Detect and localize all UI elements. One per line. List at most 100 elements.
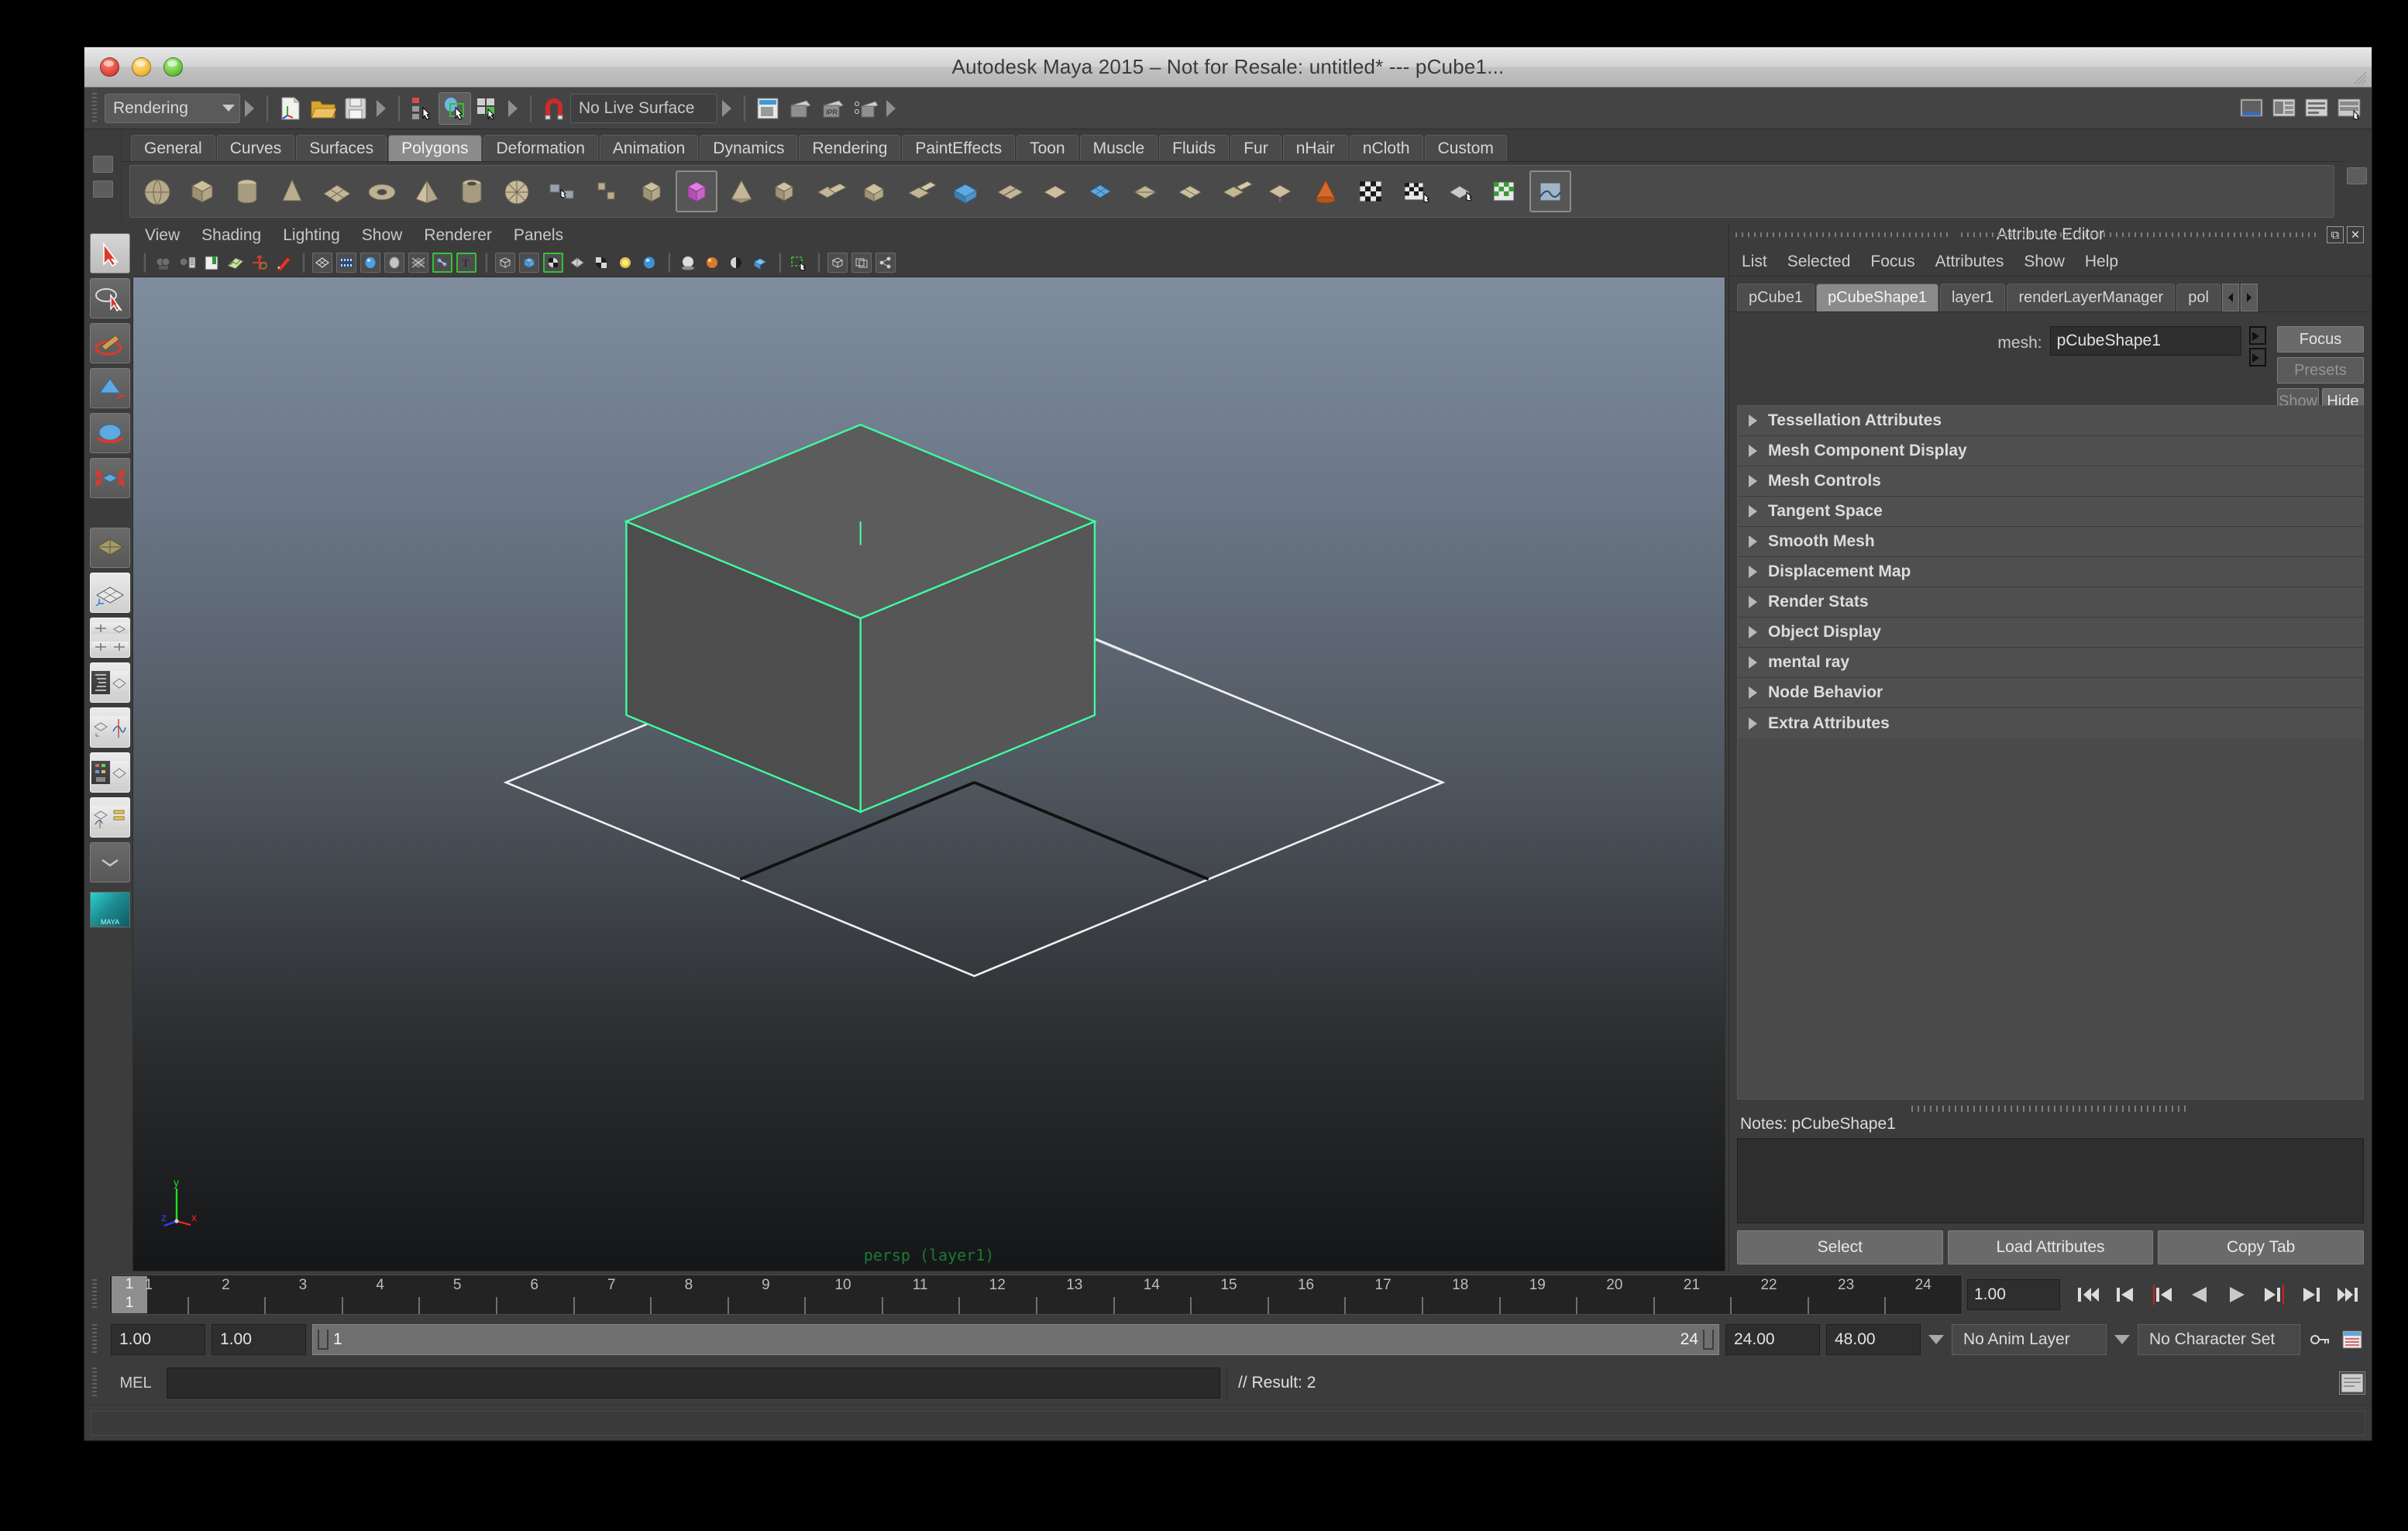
range-end-time-field[interactable]: 24.00 <box>1725 1324 1820 1355</box>
poly-platonic-icon[interactable] <box>631 170 673 212</box>
step-forward-keyframe-icon[interactable] <box>2294 1279 2328 1310</box>
notes-textarea[interactable] <box>1737 1138 2364 1223</box>
four-view-layout-icon[interactable] <box>90 618 130 658</box>
script-editor-icon[interactable] <box>2339 1371 2365 1395</box>
close-icon[interactable]: ✕ <box>2347 226 2364 243</box>
statusline-collapse-arrow-1[interactable] <box>245 100 254 117</box>
isolate-select-icon[interactable] <box>702 253 722 273</box>
range-start-time-field[interactable]: 1.00 <box>212 1324 306 1355</box>
render-current-frame-icon[interactable] <box>752 92 784 125</box>
zoom-window-button[interactable] <box>163 57 183 77</box>
smooth-icon[interactable] <box>1080 170 1122 212</box>
hardware-texturing-icon[interactable] <box>336 253 356 273</box>
tool-settings-toggle-icon[interactable] <box>2300 92 2333 125</box>
multi-cut-icon[interactable] <box>1305 170 1347 212</box>
ae-section-smooth-mesh[interactable]: Smooth Mesh <box>1738 527 2363 557</box>
new-scene-icon[interactable] <box>274 92 307 125</box>
ae-section-tangent-space[interactable]: Tangent Space <box>1738 497 2363 527</box>
play-backwards-icon[interactable] <box>2183 1279 2217 1310</box>
close-window-button[interactable] <box>100 57 119 77</box>
go-to-start-icon[interactable] <box>2071 1279 2105 1310</box>
ae-menu-list[interactable]: List <box>1742 253 1767 271</box>
viewport-menu-shading[interactable]: Shading <box>201 226 261 245</box>
viewport-menu-lighting[interactable]: Lighting <box>283 226 340 245</box>
xray-joints-icon[interactable] <box>432 253 452 273</box>
ae-section-displacement-map[interactable]: Displacement Map <box>1738 557 2363 587</box>
poly-pipe-icon[interactable] <box>451 170 493 212</box>
poly-torus-icon[interactable] <box>361 170 403 212</box>
target-weld-icon[interactable] <box>1350 170 1391 212</box>
character-set-selector[interactable]: No Character Set <box>2138 1324 2300 1355</box>
time-slider-grip[interactable] <box>92 1279 100 1310</box>
separate-icon[interactable] <box>810 170 852 212</box>
wireframe-on-shaded-icon[interactable] <box>495 253 515 273</box>
ae-menu-help[interactable]: Help <box>2085 253 2118 271</box>
ae-tab-renderlayermanager[interactable]: renderLayerManager <box>2007 284 2175 311</box>
lasso-tool-icon[interactable] <box>90 278 130 318</box>
poly-cube-icon[interactable] <box>181 170 223 212</box>
poly-svg-icon[interactable] <box>721 170 762 212</box>
menu-set-selector[interactable]: Rendering <box>105 94 240 123</box>
open-render-view-icon[interactable] <box>2235 92 2268 125</box>
time-cursor[interactable]: 1 1 <box>112 1276 147 1313</box>
ae-tab-layer1[interactable]: layer1 <box>1940 284 2005 311</box>
ae-section-mental-ray[interactable]: mental ray <box>1738 648 2363 678</box>
time-slider[interactable]: 1 1 123456789101112131415161718192021222… <box>109 1275 1963 1315</box>
focus-button[interactable]: Focus <box>2277 326 2364 353</box>
select-by-hierarchy-icon[interactable] <box>406 92 439 125</box>
ae-tab-pcube1[interactable]: pCube1 <box>1737 284 1815 311</box>
paint-select-tool-icon[interactable] <box>90 323 130 363</box>
live-surface-field[interactable]: No Live Surface <box>570 94 717 123</box>
step-back-frame-icon[interactable] <box>2145 1279 2179 1310</box>
anim-end-time-field[interactable]: 48.00 <box>1826 1324 1921 1355</box>
poly-helix-icon[interactable] <box>541 170 583 212</box>
multisample-antialiasing-icon[interactable] <box>639 253 659 273</box>
open-scene-icon[interactable] <box>307 92 339 125</box>
poly-sphere-icon[interactable] <box>136 170 178 212</box>
shelf-tab-toon[interactable]: Toon <box>1017 135 1078 161</box>
viewport-menu-view[interactable]: View <box>145 226 180 245</box>
shelf-tab-painteffects[interactable]: PaintEffects <box>902 135 1015 161</box>
shelf-tab-fur[interactable]: Fur <box>1230 135 1281 161</box>
ipr-render-region-icon[interactable]: IPR <box>817 92 849 125</box>
next-tab-icon[interactable] <box>2241 284 2258 311</box>
persp-graph-hypergraph-layout-icon[interactable] <box>90 797 130 838</box>
film-gate-icon[interactable] <box>750 253 770 273</box>
extrude-icon[interactable] <box>900 170 942 212</box>
restore-icon[interactable]: ⧉ <box>2327 226 2344 243</box>
select-tool-icon[interactable] <box>90 233 130 274</box>
two-d-pan-zoom-icon[interactable] <box>249 253 270 273</box>
ae-menu-focus[interactable]: Focus <box>1870 253 1914 271</box>
step-forward-frame-icon[interactable] <box>2257 1279 2291 1310</box>
hypershade-persp-layout-icon[interactable] <box>90 752 130 793</box>
transfer-attributes-icon[interactable] <box>1484 170 1526 212</box>
last-tool-icon[interactable] <box>90 528 130 568</box>
motion-blur-icon[interactable] <box>615 253 635 273</box>
minimize-window-button[interactable] <box>132 57 151 77</box>
poly-prism-icon[interactable] <box>496 170 538 212</box>
shelf-tab-animation[interactable]: Animation <box>600 135 698 161</box>
animation-preferences-icon[interactable] <box>2339 1326 2365 1353</box>
reduce-icon[interactable] <box>1260 170 1302 212</box>
shelf-tab-custom[interactable]: Custom <box>1425 135 1507 161</box>
ae-menu-selected[interactable]: Selected <box>1787 253 1851 271</box>
triangulate-icon[interactable] <box>1125 170 1167 212</box>
shelf-tab-rendering[interactable]: Rendering <box>799 135 900 161</box>
depth-of-field-icon[interactable] <box>678 253 698 273</box>
image-plane-icon[interactable] <box>225 253 246 273</box>
shelf-tab-fluids[interactable]: Fluids <box>1159 135 1229 161</box>
viewport-share-icon[interactable] <box>875 253 896 273</box>
xray-active-components-icon[interactable]: T <box>456 253 476 273</box>
channel-box-toggle-icon[interactable] <box>2333 92 2365 125</box>
statusline-collapse-arrow-5[interactable] <box>886 100 896 117</box>
bridge-icon[interactable] <box>990 170 1032 212</box>
step-back-keyframe-icon[interactable] <box>2108 1279 2142 1310</box>
ae-section-tessellation-attributes[interactable]: Tessellation Attributes <box>1738 406 2363 436</box>
viewport-layers-icon[interactable] <box>851 253 872 273</box>
go-to-end-icon[interactable] <box>2331 1279 2365 1310</box>
viewport-cube-icon[interactable] <box>827 253 848 273</box>
rotate-tool-icon[interactable] <box>90 413 130 453</box>
render-settings-icon[interactable] <box>849 92 882 125</box>
exposure-icon[interactable] <box>789 253 809 273</box>
character-set-chevron-down-icon[interactable] <box>2114 1335 2130 1344</box>
